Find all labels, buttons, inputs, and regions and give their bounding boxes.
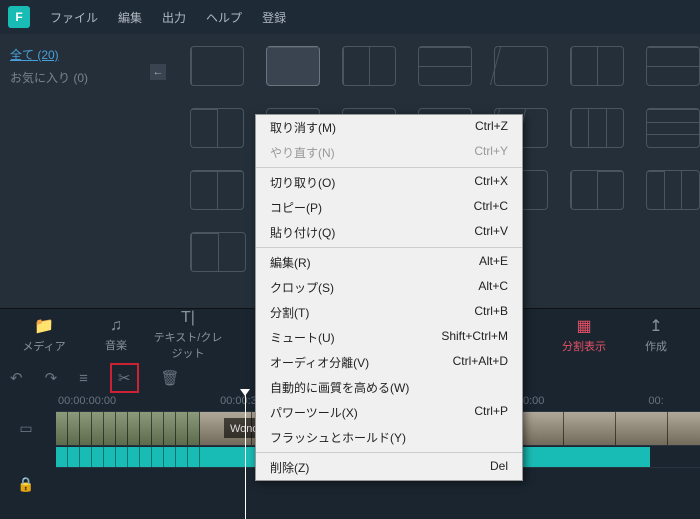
ctx-item[interactable]: パワーツール(X)Ctrl+P — [256, 400, 522, 425]
tab-split[interactable]: ▦分割表示 — [548, 316, 620, 354]
ctx-item[interactable]: 貼り付け(Q)Ctrl+V — [256, 220, 522, 245]
sidebar: 全て (20) お気に入り (0) ← — [0, 34, 172, 308]
layout-tile[interactable] — [418, 46, 472, 86]
tab-text[interactable]: T|テキスト/クレジット — [152, 309, 224, 361]
menu-file[interactable]: ファイル — [40, 9, 108, 26]
titlebar: F ファイル 編集 出力 ヘルプ 登録 — [0, 0, 700, 34]
ctx-item[interactable]: 編集(R)Alt+E — [256, 250, 522, 275]
tab-create[interactable]: ↥作成 — [620, 316, 692, 354]
ctx-item[interactable]: 自動的に画質を高める(W) — [256, 375, 522, 400]
delete-icon[interactable]: 🗑 — [161, 369, 180, 387]
timecode: 00: — [648, 395, 663, 411]
text-icon: T| — [152, 309, 224, 327]
ctx-item[interactable]: 切り取り(O)Ctrl+X — [256, 170, 522, 195]
menu-output[interactable]: 出力 — [152, 9, 196, 26]
layout-tile[interactable] — [646, 108, 700, 148]
menu-edit[interactable]: 編集 — [108, 9, 152, 26]
cut-icon[interactable]: ✂ — [110, 363, 139, 393]
tab-media[interactable]: 📁メディア — [8, 316, 80, 354]
export-icon: ↥ — [620, 316, 692, 336]
settings-icon[interactable]: ≡ — [79, 370, 88, 387]
folder-icon: 📁 — [8, 316, 80, 336]
layout-tile[interactable] — [342, 46, 396, 86]
redo-icon[interactable]: ↷ — [45, 369, 58, 387]
ctx-item[interactable]: 分割(T)Ctrl+B — [256, 300, 522, 325]
tab-music[interactable]: ♫音楽 — [80, 317, 152, 353]
layout-tile[interactable] — [266, 46, 320, 86]
sidebar-fav[interactable]: お気に入り (0) — [10, 69, 162, 86]
playhead[interactable] — [245, 395, 246, 519]
app-logo: F — [8, 6, 30, 28]
sidebar-all[interactable]: 全て (20) — [10, 46, 162, 63]
layout-tile[interactable] — [190, 232, 246, 272]
layout-tile[interactable] — [570, 170, 624, 210]
layout-tile[interactable] — [570, 46, 624, 86]
ctx-item[interactable]: コピー(P)Ctrl+C — [256, 195, 522, 220]
ctx-item[interactable]: オーディオ分離(V)Ctrl+Alt+D — [256, 350, 522, 375]
ctx-item[interactable]: クロップ(S)Alt+C — [256, 275, 522, 300]
layout-tile[interactable] — [190, 46, 244, 86]
ctx-item[interactable]: フラッシュとホールド(Y) — [256, 425, 522, 450]
menu-register[interactable]: 登録 — [252, 9, 296, 26]
ctx-item[interactable]: 取り消す(M)Ctrl+Z — [256, 115, 522, 140]
ctx-item[interactable]: 削除(Z)Del — [256, 455, 522, 480]
layout-tile[interactable] — [190, 108, 244, 148]
layout-tile[interactable] — [646, 46, 700, 86]
layout-tile[interactable] — [646, 170, 700, 210]
layout-tile[interactable] — [190, 170, 244, 210]
video-track-icon: ▭ — [8, 420, 44, 437]
layout-tile[interactable] — [570, 108, 624, 148]
ctx-item[interactable]: ミュート(U)Shift+Ctrl+M — [256, 325, 522, 350]
timecode: 00:00:00:00 — [58, 395, 116, 411]
menu-help[interactable]: ヘルプ — [196, 9, 252, 26]
lock-icon: 🔒 — [8, 476, 44, 493]
layout-tile[interactable] — [494, 46, 548, 86]
context-menu: 取り消す(M)Ctrl+Zやり直す(N)Ctrl+Y 切り取り(O)Ctrl+Xコ… — [255, 114, 523, 481]
undo-icon[interactable]: ↶ — [10, 369, 23, 387]
back-arrow-icon[interactable]: ← — [150, 64, 166, 80]
music-icon: ♫ — [80, 317, 152, 335]
audio-clip[interactable] — [56, 447, 200, 467]
split-icon: ▦ — [548, 316, 620, 336]
ctx-item: やり直す(N)Ctrl+Y — [256, 140, 522, 165]
